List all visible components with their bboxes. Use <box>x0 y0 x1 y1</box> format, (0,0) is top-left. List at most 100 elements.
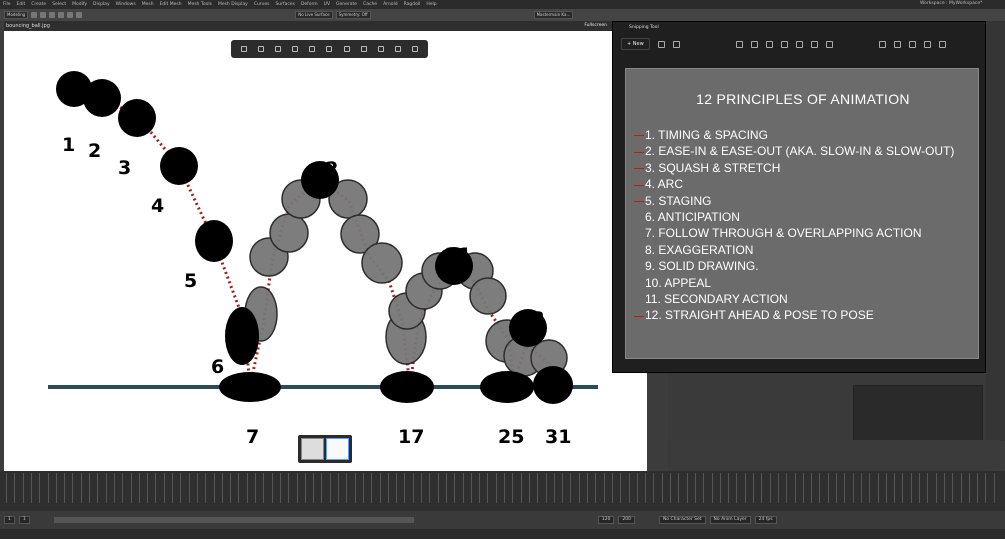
timeline-tick <box>362 473 364 503</box>
playback-controls <box>670 440 1000 470</box>
tool-icon[interactable] <box>67 12 74 18</box>
start-range-field[interactable]: 1 <box>18 516 30 524</box>
timeline-tick <box>130 473 132 503</box>
menu-item[interactable]: Mesh <box>142 2 154 7</box>
pen-icon[interactable] <box>735 40 743 48</box>
timeline-tick <box>304 473 306 503</box>
share-icon[interactable] <box>923 40 931 48</box>
delay-icon[interactable] <box>672 40 680 48</box>
redo-icon[interactable] <box>825 40 833 48</box>
tool-icon[interactable] <box>40 12 47 18</box>
principle-text: 6. ANTICIPATION <box>645 210 740 225</box>
workspace-label[interactable]: Workspace : MyWorkspace* <box>920 1 982 6</box>
menu-item[interactable]: Surfaces <box>275 2 295 7</box>
eraser-icon[interactable] <box>765 40 773 48</box>
timeline-tick <box>528 473 530 503</box>
timeline-tick <box>97 473 99 503</box>
timeline-tick <box>379 473 381 503</box>
timeline-tick <box>811 473 813 503</box>
zoom-icon[interactable] <box>878 40 886 48</box>
timeline-tick <box>628 473 630 503</box>
copy-icon[interactable] <box>908 40 916 48</box>
menu-item[interactable]: Edit Mesh <box>160 2 182 7</box>
thumbnail[interactable] <box>301 438 324 460</box>
timeline[interactable] <box>0 471 1005 511</box>
timeline-tick <box>952 473 954 503</box>
save-icon[interactable] <box>893 40 901 48</box>
mastermain-select[interactable]: Mastermain Ka... <box>533 11 574 19</box>
ball-label: 3 <box>118 157 131 179</box>
start-frame-field[interactable]: 1 <box>4 516 15 524</box>
menu-item[interactable]: Generate <box>336 2 357 7</box>
symmetry-select[interactable]: Symmetry: Off <box>335 11 371 19</box>
timeline-tick <box>836 473 837 503</box>
timeline-tick <box>902 473 904 503</box>
menu-item[interactable]: Help <box>426 2 436 7</box>
mode-select[interactable]: Modeling <box>4 11 29 19</box>
new-snip-button[interactable]: + New <box>621 38 650 50</box>
range-bar: 1 1 120 200 No Character Set No Anim Lay… <box>0 511 1005 529</box>
menu-item[interactable]: UV <box>324 2 330 7</box>
tool-icon[interactable] <box>49 12 56 18</box>
menu-item[interactable]: Deform <box>301 2 318 7</box>
timeline-tick <box>271 473 273 503</box>
menu-item[interactable]: Cache <box>363 2 377 7</box>
crop-icon[interactable] <box>795 40 803 48</box>
menu-item[interactable]: Arnold <box>383 2 398 7</box>
snip-title: Snipping Tool <box>629 25 659 30</box>
timeline-tick <box>429 473 431 503</box>
timeline-tick <box>993 473 995 503</box>
more-icon[interactable] <box>938 40 946 48</box>
principle-item: 12. STRAIGHT AHEAD & POSE TO POSE <box>634 307 954 323</box>
menu-item[interactable]: Modify <box>72 2 87 7</box>
menu-item[interactable]: Edit <box>17 2 26 7</box>
timeline-tick <box>296 473 298 503</box>
menu-item[interactable]: Ragdoll <box>404 2 421 7</box>
timeline-tick <box>180 473 182 503</box>
menu-item[interactable]: Mesh Tools <box>188 2 212 7</box>
principle-item: 11. SECONDARY ACTION <box>634 291 954 307</box>
end-range-field[interactable]: 120 <box>597 516 615 524</box>
ghost-balls <box>244 179 568 377</box>
timeline-tick <box>30 473 32 503</box>
live-surface-select[interactable]: No Live Surface <box>295 11 333 19</box>
timeline-tick <box>122 473 124 503</box>
highlighter-icon[interactable] <box>750 40 758 48</box>
annotation-dash <box>634 135 644 137</box>
thumbnail-selected[interactable] <box>326 438 349 460</box>
tool-icon[interactable] <box>76 12 83 18</box>
tool-icon[interactable] <box>58 12 65 18</box>
menu-item[interactable]: Curves <box>254 2 270 7</box>
menu-item[interactable]: File <box>3 2 11 7</box>
timeline-tick <box>64 473 66 503</box>
timeline-tick <box>553 473 555 503</box>
timeline-tick <box>396 473 398 503</box>
principle-text: 2. EASE-IN & EASE-OUT (AKA. SLOW-IN & SL… <box>645 144 955 159</box>
mode-icon[interactable] <box>657 40 665 48</box>
menu-item[interactable]: Create <box>31 2 46 7</box>
undo-icon[interactable] <box>810 40 818 48</box>
timeline-tick <box>6 473 7 503</box>
timeline-tick <box>329 473 331 503</box>
timeline-tick <box>445 473 447 503</box>
timeline-tick <box>711 473 713 503</box>
principle-item: 10. APPEAL <box>634 275 954 291</box>
timeline-tick <box>462 473 464 503</box>
range-slider[interactable] <box>53 517 414 523</box>
menu-item[interactable]: Windows <box>116 2 136 7</box>
menu-item[interactable]: Select <box>52 2 66 7</box>
anim-layer-select[interactable]: No Anim Layer <box>709 516 751 524</box>
end-frame-field[interactable]: 200 <box>618 516 635 524</box>
tool-icon[interactable] <box>31 12 38 18</box>
menu-item[interactable]: Mesh Display <box>218 2 248 7</box>
timeline-tick <box>89 473 90 503</box>
principle-text: 8. EXAGGERATION <box>645 242 754 257</box>
ruler-icon[interactable] <box>780 40 788 48</box>
timeline-tick <box>670 473 671 503</box>
timeline-tick <box>719 473 721 503</box>
menu-bar: File Edit Create Select Modify Display Windows… <box>0 0 1005 9</box>
menu-item[interactable]: Display <box>93 2 110 7</box>
timeline-tick <box>14 473 16 503</box>
character-set-select[interactable]: No Character Set <box>658 516 706 524</box>
fps-select[interactable]: 24 fps <box>754 516 777 524</box>
